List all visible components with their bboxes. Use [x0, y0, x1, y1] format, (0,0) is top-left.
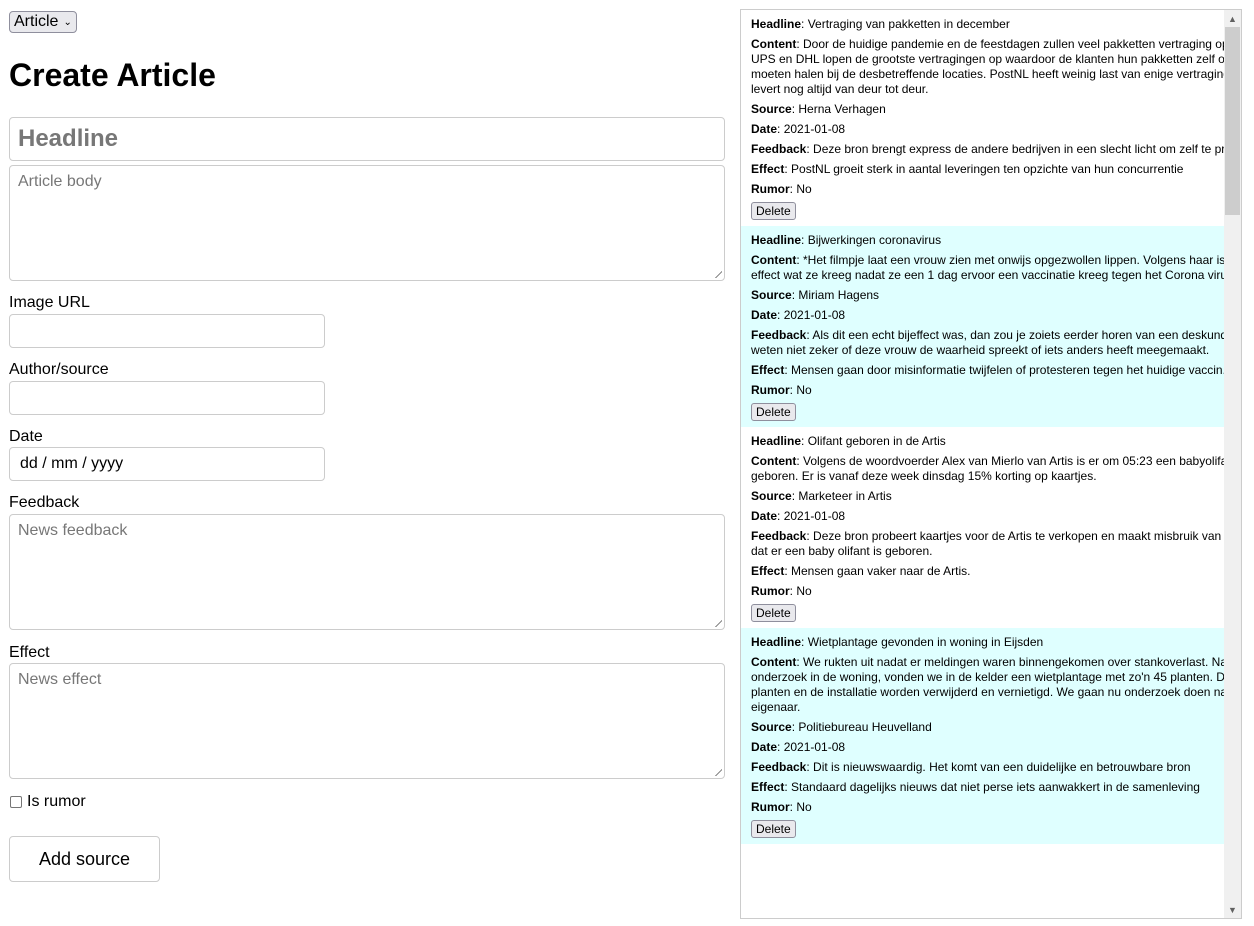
delete-button[interactable]: Delete: [751, 604, 796, 622]
resize-handle-icon[interactable]: [710, 764, 722, 776]
page-title: Create Article: [9, 57, 216, 93]
add-source-button[interactable]: Add source: [9, 836, 160, 882]
article-effect: Effect: Mensen gaan vaker naar de Artis.: [751, 564, 971, 578]
rumor-checkbox-label: Is rumor: [27, 793, 86, 810]
article-list[interactable]: Headline: Vertraging van pakketten in de…: [740, 9, 1242, 919]
article-content: Content: Volgens de woordvoerder Alex va…: [751, 454, 1224, 483]
article-date: Date: 2021-01-08: [751, 740, 846, 754]
headline-input[interactable]: Headline: [9, 117, 725, 161]
effect-textarea[interactable]: News effect: [9, 663, 725, 779]
article-effect: Effect: Mensen gaan door misinformatie t…: [751, 363, 1224, 377]
article-feedback: Feedback: Deze bron brengt express de an…: [751, 142, 1224, 156]
article-card: Headline: Vertraging van pakketten in de…: [741, 10, 1224, 226]
article-card: Headline: Wietplantage gevonden in wonin…: [741, 628, 1224, 844]
article-feedback: Feedback: Deze bron probeert kaartjes vo…: [751, 529, 1224, 558]
article-date: Date: 2021-01-08: [751, 308, 846, 322]
rumor-checkbox-row[interactable]: Is rumor: [10, 793, 86, 811]
date-label: Date: [9, 428, 43, 445]
image-url-label: Image URL: [9, 294, 90, 311]
effect-placeholder: News effect: [18, 671, 102, 688]
content-type-value: Article: [14, 13, 59, 30]
resize-handle-icon[interactable]: [710, 615, 722, 627]
article-headline: Headline: Bijwerkingen coronavirus: [751, 233, 942, 247]
article-rumor: Rumor: No: [751, 584, 812, 598]
article-date: Date: 2021-01-08: [751, 122, 846, 136]
feedback-placeholder: News feedback: [18, 522, 128, 539]
article-body-placeholder: Article body: [18, 173, 102, 190]
image-url-input[interactable]: [9, 314, 325, 348]
author-input[interactable]: [9, 381, 325, 415]
effect-label: Effect: [9, 644, 50, 661]
article-headline: Headline: Vertraging van pakketten in de…: [751, 17, 1010, 31]
delete-button[interactable]: Delete: [751, 202, 796, 220]
article-list-content: Headline: Vertraging van pakketten in de…: [741, 10, 1224, 844]
article-headline: Headline: Olifant geboren in de Artis: [751, 434, 946, 448]
article-rumor: Rumor: No: [751, 800, 812, 814]
article-content: Content: We rukten uit nadat er meldinge…: [751, 655, 1224, 714]
article-content: Content: Door de huidige pandemie en de …: [751, 37, 1224, 96]
article-content: Content: *Het filmpje laat een vrouw zie…: [751, 253, 1224, 282]
resize-handle-icon[interactable]: [710, 266, 722, 278]
article-headline: Headline: Wietplantage gevonden in wonin…: [751, 635, 1044, 649]
article-rumor: Rumor: No: [751, 383, 812, 397]
scrollbar[interactable]: ▲ ▼: [1224, 10, 1241, 918]
content-type-select[interactable]: Article ⌄: [9, 11, 77, 33]
feedback-textarea[interactable]: News feedback: [9, 514, 725, 630]
chevron-down-icon: ⌄: [63, 17, 72, 28]
article-source: Source: Miriam Hagens: [751, 288, 880, 302]
article-source: Source: Marketeer in Artis: [751, 489, 892, 503]
article-feedback: Feedback: Dit is nieuwswaardig. Het komt…: [751, 760, 1191, 774]
date-input[interactable]: dd / mm / yyyy: [9, 447, 325, 481]
scrollbar-thumb[interactable]: [1225, 27, 1240, 215]
feedback-label: Feedback: [9, 494, 80, 511]
article-body-textarea[interactable]: Article body: [9, 165, 725, 281]
article-card: Headline: Olifant geboren in de Artis Co…: [741, 427, 1224, 628]
article-source: Source: Politiebureau Heuvelland: [751, 720, 932, 734]
delete-button[interactable]: Delete: [751, 820, 796, 838]
article-source: Source: Herna Verhagen: [751, 102, 886, 116]
article-feedback: Feedback: Als dit een echt bijeffect was…: [751, 328, 1224, 357]
article-effect: Effect: Standaard dagelijks nieuws dat n…: [751, 780, 1200, 794]
scroll-down-arrow-icon[interactable]: ▼: [1224, 901, 1241, 918]
article-effect: Effect: PostNL groeit sterk in aantal le…: [751, 162, 1184, 176]
article-card: Headline: Bijwerkingen coronavirus Conte…: [741, 226, 1224, 427]
rumor-checkbox[interactable]: [10, 796, 22, 808]
delete-button[interactable]: Delete: [751, 403, 796, 421]
scroll-up-arrow-icon[interactable]: ▲: [1224, 10, 1241, 27]
article-date: Date: 2021-01-08: [751, 509, 846, 523]
author-label: Author/source: [9, 361, 109, 378]
article-rumor: Rumor: No: [751, 182, 812, 196]
